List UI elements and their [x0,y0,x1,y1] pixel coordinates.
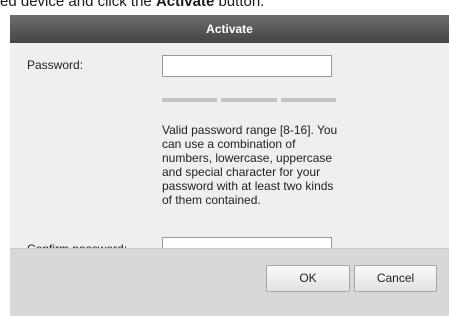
ok-button[interactable]: OK [266,265,350,292]
password-field[interactable] [162,55,332,77]
instruction-text-after: button. [214,0,265,10]
password-strength-meter [162,98,336,102]
password-hint: Valid password range [8-16]. You can use… [162,123,338,207]
instruction-text-bold: Activate [155,0,215,10]
instruction-text: ed device and click the Activate button. [0,0,449,10]
strength-segment [221,98,277,102]
cancel-button[interactable]: Cancel [354,265,437,292]
dialog-title: Activate [10,15,449,43]
activate-dialog: Activate Password: Valid password range … [10,15,449,316]
strength-segment [280,98,336,102]
dialog-footer: OK Cancel [10,248,449,316]
instruction-text-before: ed device and click the [0,0,156,10]
password-label: Password: [27,58,84,72]
strength-segment [162,98,218,102]
